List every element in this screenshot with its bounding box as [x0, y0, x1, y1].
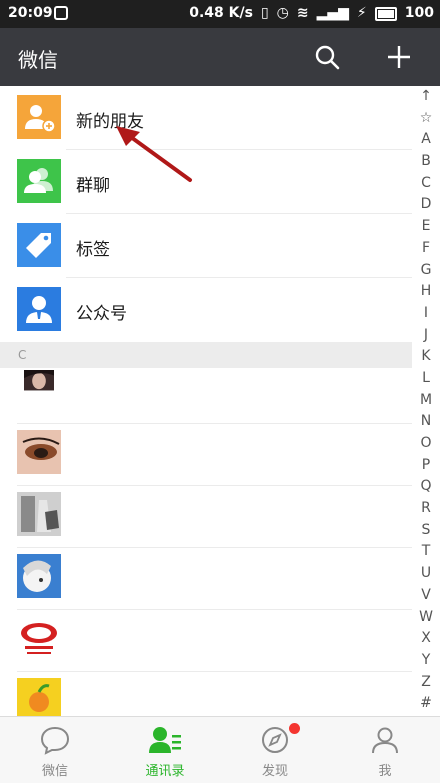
index-letter[interactable]: G [412, 260, 440, 282]
alphabet-index[interactable]: ↑ ☆ A B C D E F G H I J K L M N O P Q R S T U V W X Y Z # [412, 86, 440, 716]
index-letter[interactable]: H [412, 281, 440, 303]
index-letter[interactable]: D [412, 194, 440, 216]
index-letter[interactable]: J [412, 325, 440, 347]
battery-level: 100 [404, 5, 434, 21]
battery-icon [374, 7, 397, 21]
tab-me[interactable]: 我 [330, 717, 440, 783]
charging-icon: ⚡ [356, 5, 367, 21]
group-chat-item[interactable]: 群聊 [0, 150, 412, 214]
index-letter[interactable]: L [412, 368, 440, 390]
group-chat-label: 群聊 [76, 176, 110, 196]
contact-row[interactable] [0, 424, 412, 486]
status-right: 0.48 K/s ▯ ◷ ≋ ▂▄▆ ⚡ 100 [189, 5, 434, 21]
index-letter[interactable]: A [412, 129, 440, 151]
index-letter[interactable]: K [412, 346, 440, 368]
signal-icon: ▂▄▆ [316, 5, 349, 21]
person-icon [372, 727, 398, 754]
official-accounts-item[interactable]: 公众号 [0, 278, 412, 342]
contact-avatar [24, 370, 54, 391]
index-letter[interactable]: V [412, 585, 440, 607]
index-letter[interactable]: W [412, 607, 440, 629]
contact-row[interactable] [0, 486, 412, 548]
annotation-arrow [116, 126, 192, 182]
contacts-list: 新的朋友 群聊 标签 公众号 C [0, 86, 412, 722]
index-letter[interactable]: T [412, 541, 440, 563]
search-icon[interactable] [312, 42, 342, 72]
compass-icon [262, 727, 288, 753]
index-letter[interactable]: Q [412, 476, 440, 498]
contact-avatar [17, 554, 61, 598]
tags-item[interactable]: 标签 [0, 214, 412, 278]
contact-row[interactable] [0, 610, 412, 672]
chat-bubble-icon [40, 726, 70, 755]
tag-icon [17, 223, 61, 267]
index-letter[interactable]: N [412, 411, 440, 433]
new-friends-item[interactable]: 新的朋友 [0, 86, 412, 150]
index-letter[interactable]: ☆ [412, 108, 440, 130]
index-letter[interactable]: Y [412, 650, 440, 672]
official-accounts-label: 公众号 [76, 304, 127, 324]
index-letter[interactable]: R [412, 498, 440, 520]
index-letter[interactable]: P [412, 455, 440, 477]
group-chat-icon [17, 159, 61, 203]
contact-row[interactable] [0, 548, 412, 610]
tab-discover-label: 发现 [261, 764, 288, 779]
notification-icon [54, 6, 68, 20]
network-speed: 0.48 K/s [189, 5, 253, 21]
bottom-tab-bar: 微信 通讯录 发现 我 [0, 716, 440, 783]
contact-avatar [17, 492, 61, 536]
tab-chats-label: 微信 [41, 764, 68, 779]
index-letter[interactable]: C [412, 173, 440, 195]
wifi-icon: ≋ [296, 5, 309, 21]
contact-avatar [17, 616, 61, 660]
index-letter[interactable]: Z [412, 672, 440, 694]
add-icon[interactable] [384, 42, 414, 72]
contact-row[interactable] [0, 672, 412, 722]
index-letter[interactable]: S [412, 520, 440, 542]
tab-contacts-label: 通讯录 [145, 764, 185, 779]
index-letter[interactable]: E [412, 216, 440, 238]
index-letter[interactable]: B [412, 151, 440, 173]
contact-avatar [17, 430, 61, 474]
index-letter[interactable]: F [412, 238, 440, 260]
index-letter[interactable]: ↑ [412, 86, 440, 108]
index-letter[interactable]: I [412, 303, 440, 325]
tab-discover[interactable]: 发现 [220, 717, 330, 783]
index-letter[interactable]: # [412, 693, 440, 715]
alarm-icon: ◷ [276, 5, 289, 21]
status-time: 20:09 [8, 5, 53, 21]
title-bar: 微信 [0, 28, 440, 86]
tab-contacts[interactable]: 通讯录 [110, 717, 220, 783]
tags-label: 标签 [76, 240, 110, 260]
tab-chats[interactable]: 微信 [0, 717, 110, 783]
page-title: 微信 [18, 48, 58, 72]
index-letter[interactable]: O [412, 433, 440, 455]
contact-row[interactable] [0, 368, 412, 424]
section-header-c: C [0, 342, 412, 368]
tab-me-label: 我 [378, 764, 392, 779]
index-letter[interactable]: X [412, 628, 440, 650]
discover-badge [289, 723, 300, 734]
status-bar: 20:09 0.48 K/s ▯ ◷ ≋ ▂▄▆ ⚡ 100 [0, 0, 440, 28]
official-account-icon [17, 287, 61, 331]
new-friends-icon [17, 95, 61, 139]
index-letter[interactable]: M [412, 390, 440, 412]
index-letter[interactable]: U [412, 563, 440, 585]
contacts-icon [149, 727, 181, 753]
vibrate-icon: ▯ [260, 5, 269, 21]
